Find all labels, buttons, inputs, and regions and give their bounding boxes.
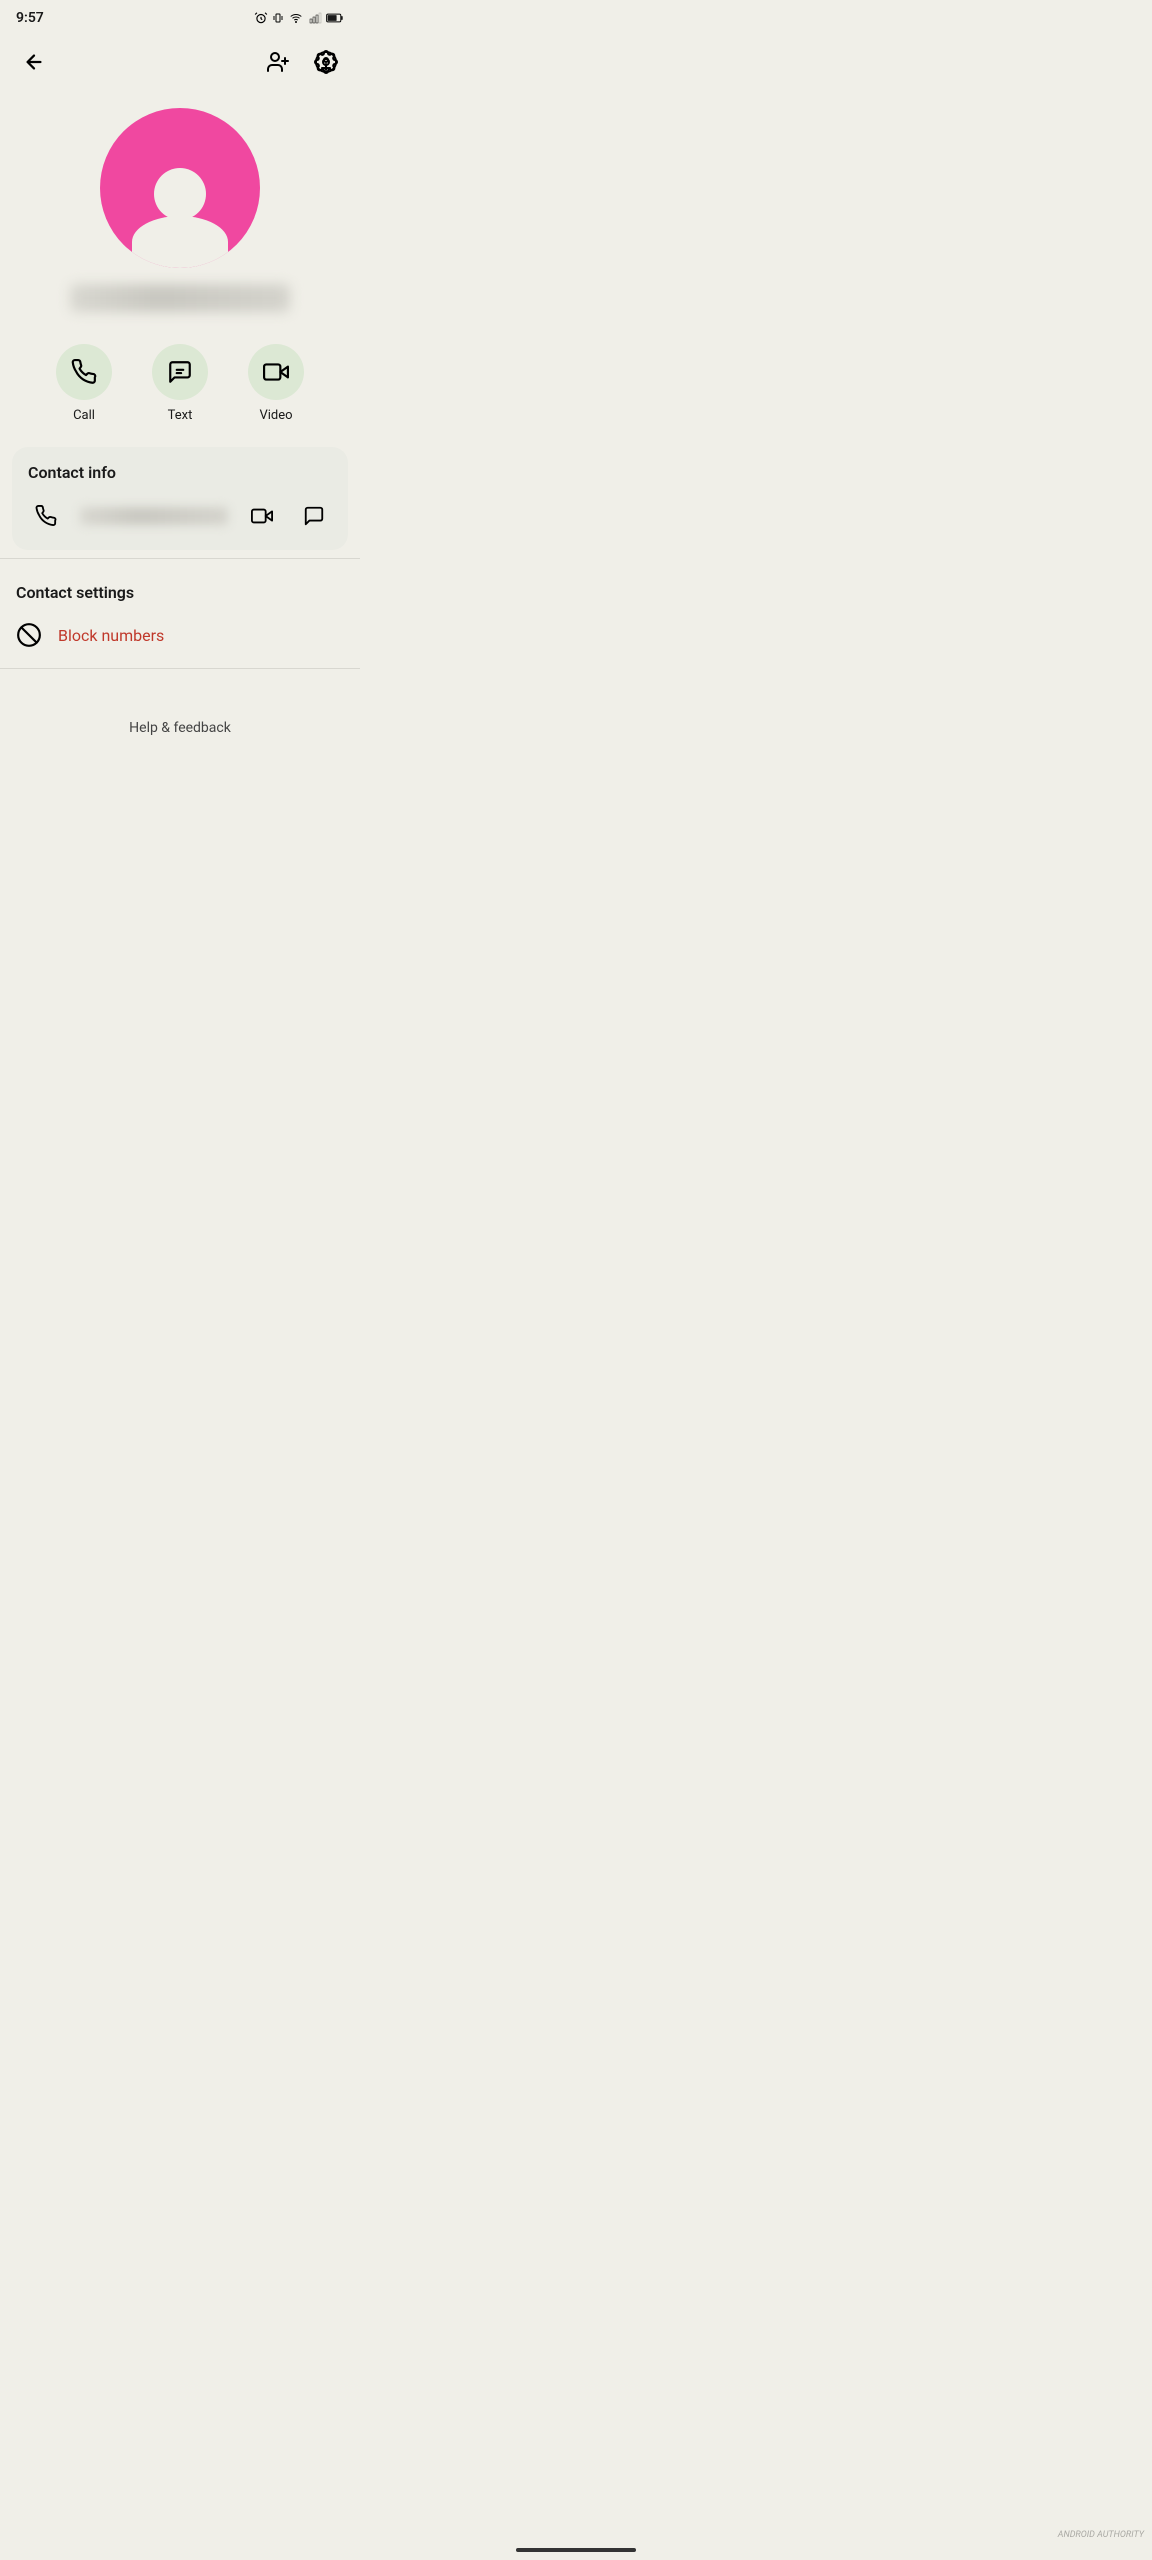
settings-button[interactable] (304, 40, 348, 84)
signal-icon (308, 12, 322, 24)
status-bar: 9:57 (0, 0, 360, 32)
avatar-head (154, 168, 206, 220)
text-button[interactable] (152, 344, 208, 400)
text-action[interactable]: Text (152, 344, 208, 423)
block-numbers-label: Block numbers (58, 626, 164, 645)
contact-name-blurred (70, 284, 290, 312)
contact-info-card: Contact info (12, 447, 348, 550)
video-label: Video (259, 408, 292, 423)
video-call-row-icon (251, 505, 273, 527)
action-buttons-row: Call Text Video (0, 320, 360, 439)
video-call-row-button[interactable] (244, 498, 280, 534)
video-icon (263, 359, 289, 385)
contact-info-title: Contact info (28, 463, 332, 482)
call-icon (71, 359, 97, 385)
settings-icon (314, 50, 338, 74)
avatar[interactable] (100, 108, 260, 268)
alarm-icon (254, 11, 268, 25)
home-indicator (516, 2548, 636, 2552)
message-row-icon (303, 505, 325, 527)
top-navigation (0, 32, 360, 92)
help-footer: Help & feedback (0, 693, 360, 768)
divider-1 (0, 558, 360, 559)
message-row-button[interactable] (296, 498, 332, 534)
contact-info-row (28, 498, 332, 534)
avatar-section (0, 92, 360, 320)
call-label: Call (73, 408, 95, 423)
nav-right-buttons (256, 40, 348, 84)
video-button[interactable] (248, 344, 304, 400)
contact-settings-section: Contact settings Block numbers (0, 567, 360, 660)
back-icon (23, 51, 45, 73)
call-action[interactable]: Call (56, 344, 112, 423)
status-icons (254, 11, 344, 25)
call-button[interactable] (56, 344, 112, 400)
contact-settings-title: Contact settings (16, 583, 344, 602)
block-numbers-row[interactable]: Block numbers (16, 618, 344, 652)
avatar-body (132, 216, 228, 268)
divider-2 (0, 668, 360, 669)
battery-icon (326, 12, 344, 24)
wifi-icon (288, 12, 304, 24)
text-label: Text (168, 408, 193, 423)
phone-row-icon (35, 505, 57, 527)
add-contact-button[interactable] (256, 40, 300, 84)
status-time: 9:57 (16, 10, 44, 26)
add-contact-icon (266, 50, 290, 74)
video-action[interactable]: Video (248, 344, 304, 423)
contact-phone-blurred (80, 507, 228, 525)
avatar-person-shape (100, 168, 260, 268)
vibrate-icon (272, 11, 284, 25)
help-feedback-link[interactable]: Help & feedback (129, 720, 231, 736)
back-button[interactable] (12, 40, 56, 84)
watermark: ANDROID AUTHORITY (1058, 2530, 1144, 2540)
block-icon (16, 622, 42, 648)
text-icon (167, 359, 193, 385)
phone-row-icon-button[interactable] (28, 498, 64, 534)
contact-row-action-icons (244, 498, 332, 534)
